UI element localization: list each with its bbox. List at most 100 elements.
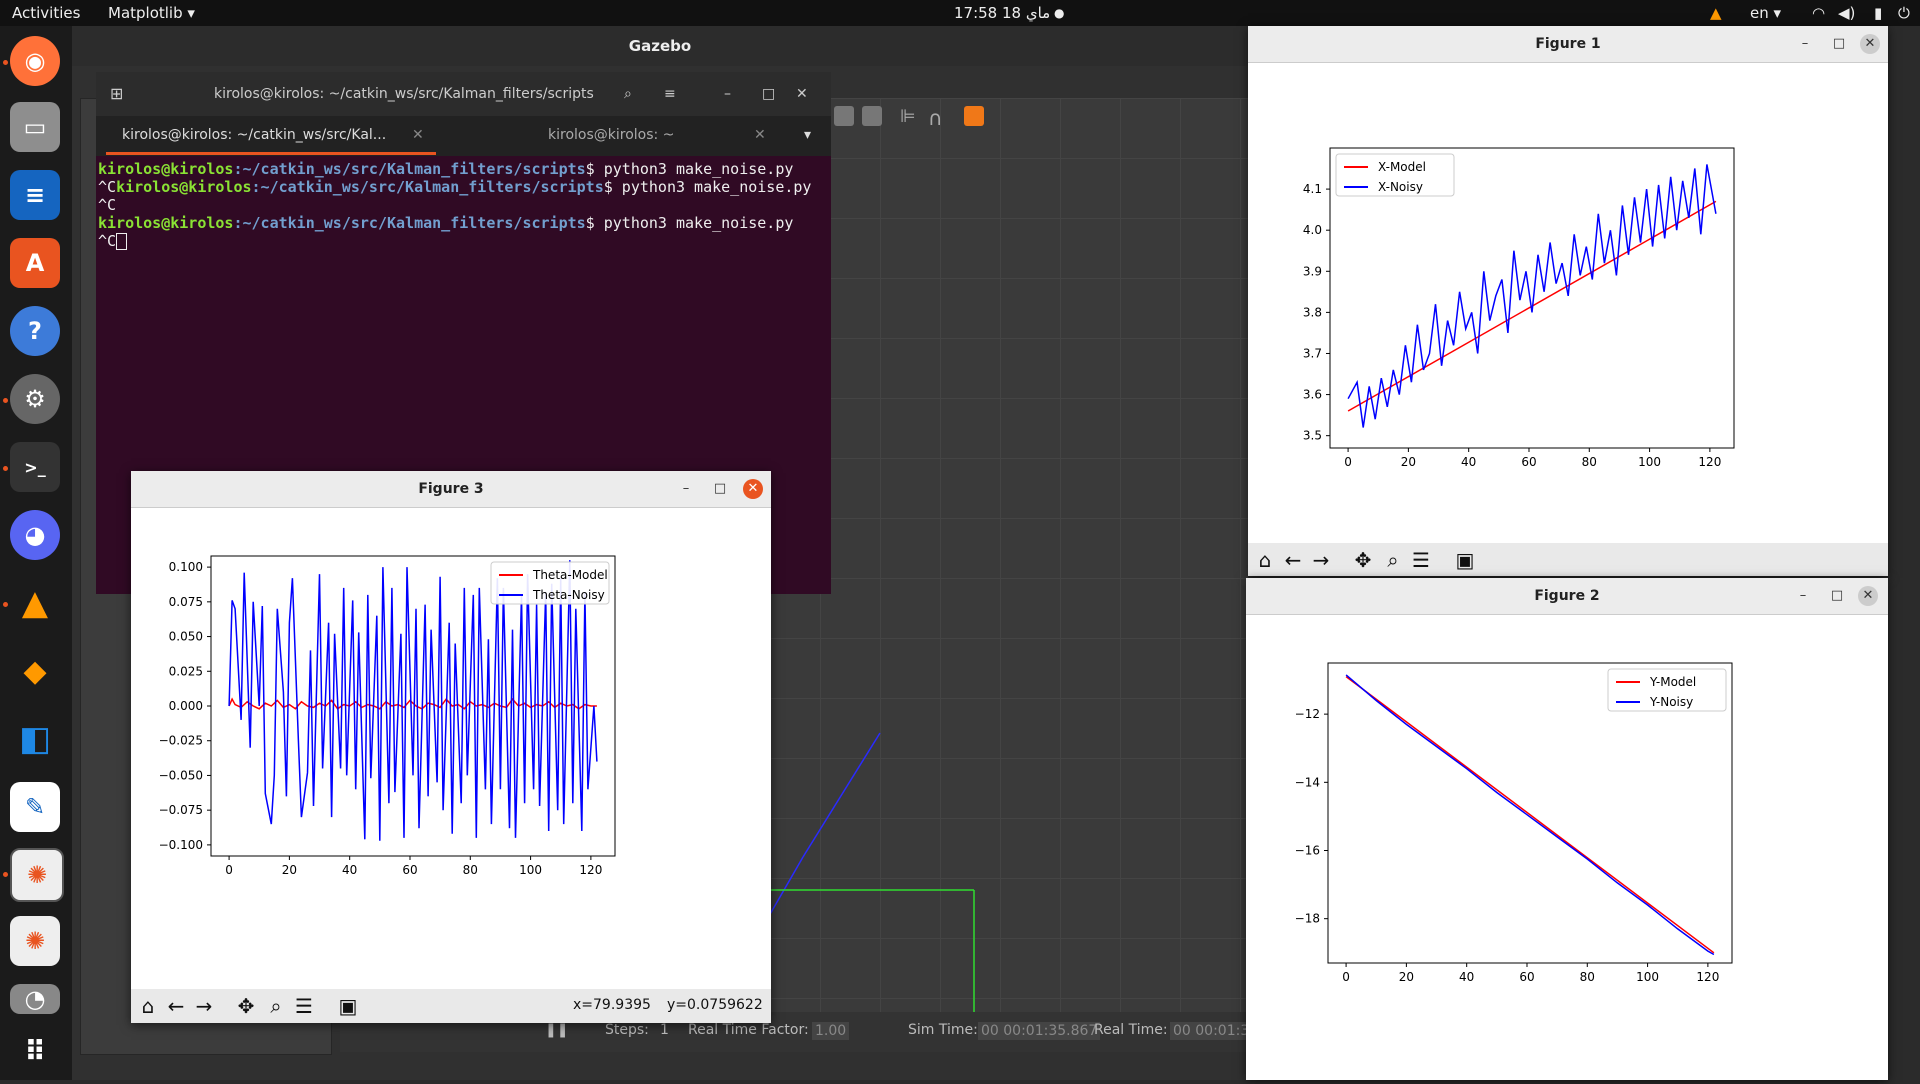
home-icon[interactable]: ⌂ bbox=[135, 993, 161, 1019]
writer-icon[interactable]: ≡ bbox=[10, 170, 60, 220]
back-icon[interactable]: ← bbox=[1280, 547, 1306, 573]
maximize-icon[interactable]: □ bbox=[1830, 35, 1848, 53]
app-menu[interactable]: Matplotlib ▾ bbox=[108, 4, 195, 22]
language-indicator[interactable]: en ▾ bbox=[1750, 4, 1781, 22]
y-tick-label: 0.050 bbox=[169, 630, 203, 644]
menu-icon[interactable]: ≡ bbox=[664, 72, 676, 116]
zoom-icon[interactable]: ⌕ bbox=[1380, 547, 1406, 573]
x-tick-label: 80 bbox=[1582, 455, 1597, 469]
matplotlib-icon[interactable]: ✺ bbox=[10, 848, 64, 902]
discord-icon[interactable]: ◕ bbox=[10, 510, 60, 560]
pan-icon[interactable]: ✥ bbox=[233, 993, 259, 1019]
vscode-icon[interactable]: ◧ bbox=[10, 714, 60, 764]
maximize-icon[interactable]: □ bbox=[711, 480, 729, 498]
pan-icon[interactable]: ✥ bbox=[1350, 547, 1376, 573]
align-icon[interactable]: ⊫ bbox=[900, 106, 920, 127]
copy-icon[interactable] bbox=[834, 106, 854, 126]
x-tick-label: 0 bbox=[1344, 455, 1352, 469]
y-tick-label: −16 bbox=[1295, 844, 1320, 858]
active-tab-indicator bbox=[106, 152, 436, 155]
running-indicator bbox=[3, 872, 8, 877]
back-icon[interactable]: ← bbox=[163, 993, 189, 1019]
firefox-icon[interactable]: ◉ bbox=[10, 36, 60, 86]
steps-value[interactable]: 1 bbox=[660, 1022, 669, 1038]
figure-2-title: Figure 2 bbox=[1534, 588, 1600, 604]
vlc-icon[interactable]: ▲ bbox=[10, 578, 60, 628]
activities-button[interactable]: Activities bbox=[12, 4, 80, 22]
new-tab-icon[interactable]: ⊞ bbox=[110, 72, 123, 116]
gazebo-title: Gazebo bbox=[628, 37, 692, 55]
settings-icon[interactable]: ⚙ bbox=[10, 374, 60, 424]
app-grid-icon[interactable]: ⠿ bbox=[10, 1026, 60, 1076]
figure-2-canvas[interactable]: 0 20 40 60 80 100 120 −18 −16 −14 −12 Y-Model Y-Nois… bbox=[1246, 615, 1888, 1080]
close-icon[interactable]: ✕ bbox=[754, 127, 766, 143]
running-indicator bbox=[3, 466, 8, 471]
figure-3-canvas[interactable]: 0 20 40 60 80 100 120 −0.100 −0.075 −0.050 −0.025 0… bbox=[131, 508, 771, 989]
close-icon[interactable]: ✕ bbox=[412, 127, 424, 143]
minimize-icon[interactable]: – bbox=[724, 72, 731, 116]
minimize-icon[interactable]: – bbox=[1794, 587, 1812, 605]
chevron-down-icon[interactable]: ▾ bbox=[804, 127, 811, 143]
home-icon[interactable]: ⌂ bbox=[1252, 547, 1278, 573]
battery-icon[interactable]: ▮ bbox=[1874, 4, 1882, 22]
subplots-icon[interactable]: ☰ bbox=[1408, 547, 1434, 573]
wifi-icon[interactable]: ◠ bbox=[1812, 4, 1825, 22]
pause-icon[interactable]: ❚❚ bbox=[545, 1022, 568, 1038]
interrupt: ^C bbox=[98, 178, 117, 196]
maximize-icon[interactable]: □ bbox=[762, 72, 775, 116]
minimize-icon[interactable]: – bbox=[1796, 35, 1814, 53]
gazebo-icon[interactable]: ◆ bbox=[10, 646, 60, 696]
software-icon[interactable]: A bbox=[10, 238, 60, 288]
figure-2-window[interactable]: Figure 2 – □ ✕ 0 20 40 60 80 100 120 −18 −16 −14 −… bbox=[1246, 578, 1888, 1080]
volume-icon[interactable]: ◀) bbox=[1838, 4, 1855, 22]
x-tick-label: 120 bbox=[579, 863, 602, 877]
subplots-icon[interactable]: ☰ bbox=[291, 993, 317, 1019]
x-tick-label: 80 bbox=[1580, 970, 1595, 984]
forward-icon[interactable]: → bbox=[191, 993, 217, 1019]
sim-time-value: 00 00:01:35.867 bbox=[978, 1022, 1101, 1040]
close-icon[interactable]: ✕ bbox=[1860, 34, 1880, 54]
files-icon[interactable]: ▭ bbox=[10, 102, 60, 152]
figure-1-canvas[interactable]: 0 20 40 60 80 100 120 3.5 3.6 3.7 3.8 3.9 4.0 4.1 X-Mo… bbox=[1248, 63, 1888, 543]
close-icon[interactable]: ✕ bbox=[743, 479, 763, 499]
help-icon[interactable]: ? bbox=[10, 306, 60, 356]
save-icon[interactable]: ▣ bbox=[335, 993, 361, 1019]
cursor-x-readout: x=79.9395 bbox=[573, 997, 651, 1013]
y-tick-label: 0.100 bbox=[169, 560, 203, 574]
media-icon[interactable]: ◔ bbox=[10, 984, 60, 1014]
matplotlib-icon[interactable]: ✺ bbox=[10, 916, 60, 966]
maximize-icon[interactable]: □ bbox=[1828, 587, 1846, 605]
minimize-icon[interactable]: – bbox=[677, 480, 695, 498]
prompt-user: kirolos@kirolos bbox=[116, 178, 252, 196]
y-tick-label: −18 bbox=[1295, 912, 1320, 926]
tab-2[interactable]: kirolos@kirolos: ~ bbox=[548, 127, 674, 143]
text-editor-icon[interactable]: ✎ bbox=[10, 782, 60, 832]
paste-icon[interactable] bbox=[862, 106, 882, 126]
x-tick-label: 40 bbox=[1459, 970, 1474, 984]
y-tick-label: 4.0 bbox=[1303, 223, 1322, 237]
sim-time-label: Sim Time: bbox=[908, 1022, 978, 1038]
tab-1[interactable]: kirolos@kirolos: ~/catkin_ws/src/Kal... bbox=[122, 127, 386, 143]
close-icon[interactable]: ✕ bbox=[1858, 586, 1878, 606]
close-icon[interactable]: ✕ bbox=[796, 72, 808, 116]
y-tick-label: 3.5 bbox=[1303, 429, 1322, 443]
clock[interactable]: 17:58 ماي 18 bbox=[954, 4, 1050, 22]
y-tick-label: −0.075 bbox=[159, 803, 203, 817]
gazebo-titlebar: Gazebo bbox=[72, 26, 1248, 66]
power-icon[interactable]: ⏻ bbox=[1898, 4, 1910, 22]
save-icon[interactable]: ▣ bbox=[1452, 547, 1478, 573]
forward-icon[interactable]: → bbox=[1308, 547, 1334, 573]
real-time-factor-label: Real Time Factor: bbox=[688, 1022, 809, 1038]
zoom-icon[interactable]: ⌕ bbox=[263, 993, 289, 1019]
steps-label: Steps: bbox=[605, 1022, 649, 1038]
vlc-tray-icon[interactable]: ▲ bbox=[1710, 4, 1722, 22]
search-icon[interactable]: ⌕ bbox=[624, 72, 632, 116]
figure-3-window[interactable]: Figure 3 – □ ✕ 0 20 40 60 80 100 120 −0.100 −0.0… bbox=[131, 471, 771, 1023]
chevron-down-icon: ▾ bbox=[1773, 4, 1782, 22]
snap-icon[interactable]: ∩ bbox=[928, 106, 948, 130]
y-tick-label: −0.050 bbox=[159, 768, 203, 782]
series-line-y-model bbox=[1345, 676, 1715, 954]
figure-1-window[interactable]: Figure 1 – □ ✕ 0 20 40 60 80 100 120 3.5 3.6 3.7 3… bbox=[1248, 26, 1888, 576]
terminal-icon[interactable]: >_ bbox=[10, 442, 60, 492]
view-angle-icon[interactable] bbox=[964, 106, 984, 126]
